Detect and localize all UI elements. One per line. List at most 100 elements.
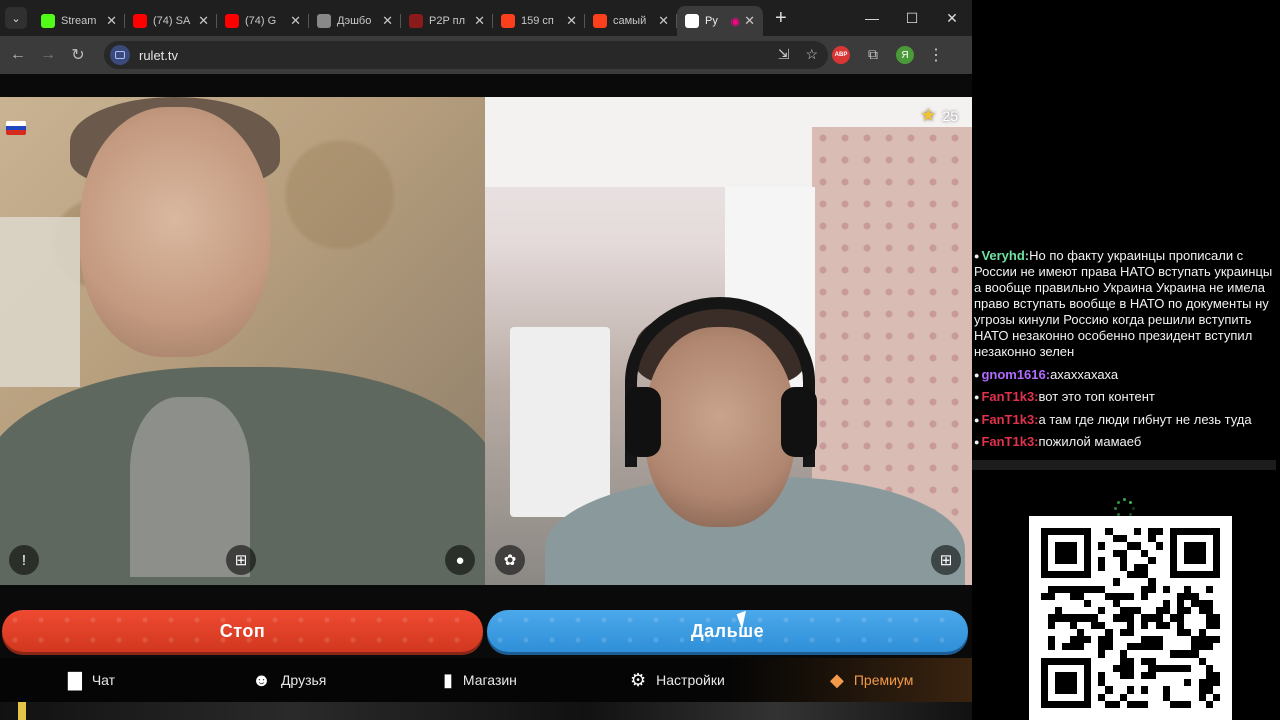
- browser-tab[interactable]: самый ✕: [585, 6, 677, 36]
- browser-tab[interactable]: (74) G ✕: [217, 6, 309, 36]
- browser-tab[interactable]: P2P пл ✕: [401, 6, 493, 36]
- browser-tab[interactable]: Дэшбо ✕: [309, 6, 401, 36]
- profile-avatar[interactable]: Я: [896, 46, 914, 64]
- close-tab-icon[interactable]: ✕: [744, 13, 755, 29]
- shopping-bag-icon: ▮: [443, 669, 453, 690]
- yandex-icon: [593, 14, 607, 28]
- gift-icon[interactable]: ⊞: [931, 545, 961, 575]
- tab-title: P2P пл: [429, 15, 466, 27]
- tab-title: 159 сп: [521, 15, 554, 27]
- star-icon: ★: [920, 105, 937, 125]
- install-app-icon[interactable]: ⇲: [778, 46, 790, 63]
- chat-username: FanT1k3:: [981, 389, 1039, 404]
- chat-message: ● FanT1k3:а там где люди гибнут не лезь т…: [974, 412, 1276, 428]
- chat-message: ● gnom1616:ахаххахаха: [974, 367, 1276, 383]
- close-tab-icon[interactable]: ✕: [382, 13, 393, 29]
- forward-button[interactable]: →: [33, 46, 63, 64]
- close-tab-icon[interactable]: ✕: [658, 13, 669, 29]
- chat-divider: [972, 460, 1276, 470]
- chat-bullet-icon: ●: [974, 251, 980, 261]
- gear-icon: ⚙: [630, 669, 647, 690]
- chat-text: ахаххахаха: [1050, 366, 1119, 382]
- chat-username: gnom1616:: [981, 366, 1051, 382]
- chat-bubble-icon: ▇: [68, 669, 82, 690]
- nav-chat[interactable]: ▇ Чат: [68, 658, 115, 702]
- nav-shop[interactable]: ▮ Магазин: [443, 658, 517, 702]
- chat-overlay: ● Veryhd:Но по факту украинцы прописали с…: [974, 248, 1276, 457]
- rating-badge: ★ 25: [920, 105, 958, 126]
- nav-settings-label: Настройки: [656, 672, 725, 688]
- tab-title: самый: [613, 15, 647, 27]
- nav-friends[interactable]: ☻ Друзья: [252, 658, 326, 702]
- chat-message: ● FanT1k3:вот это топ контент: [974, 389, 1276, 405]
- chat-message: ● Veryhd:Но по факту украинцы прописали с…: [974, 248, 1276, 360]
- chevron-down-icon: ⌄: [11, 12, 21, 25]
- tab-title: Дэшбо: [337, 15, 372, 27]
- nav-premium-label: Премиум: [853, 672, 914, 688]
- nav-premium[interactable]: ◆ Премиум: [830, 658, 913, 702]
- browser-toolbar: ← → ↻ rulet.tv ⇲ ☆ ABP ⧉ Я ⋮: [0, 36, 972, 74]
- window-controls: — ☐ ✕: [852, 0, 972, 36]
- maximize-button[interactable]: ☐: [892, 0, 932, 36]
- tab-title: (74) G: [245, 15, 277, 27]
- chat-bullet-icon: ●: [974, 369, 980, 380]
- browser-tab-bar: ⌄ Stream ✕ (74) SA ✕ (74) G ✕ Дэшбо ✕ P2P пл ✕ 159…: [0, 0, 972, 36]
- site-info-icon[interactable]: [110, 45, 130, 65]
- bookmark-star-icon[interactable]: ☆: [805, 46, 818, 63]
- recording-icon: ◉: [730, 15, 741, 28]
- mask-effects-icon[interactable]: ✿: [495, 545, 525, 575]
- back-button[interactable]: ←: [3, 46, 33, 64]
- bottom-navigation: ▇ Чат ☻ Друзья ▮ Магазин ⚙ Настройки ◆ П…: [0, 658, 972, 702]
- chat-username: FanT1k3:: [981, 434, 1039, 449]
- close-tab-icon[interactable]: ✕: [566, 13, 577, 29]
- chat-text: вот это топ контент: [1038, 389, 1155, 404]
- tab-search-button[interactable]: ⌄: [5, 7, 27, 29]
- rating-value: 25: [942, 107, 958, 124]
- browser-tab[interactable]: Ру ◉ ✕: [677, 6, 763, 36]
- youtube-icon: [225, 14, 239, 28]
- browser-tab[interactable]: (74) SA ✕: [125, 6, 217, 36]
- youtube-icon: [133, 14, 147, 28]
- tab-title: Ру: [705, 15, 718, 27]
- browser-menu-icon[interactable]: ⋮: [928, 45, 944, 65]
- close-tab-icon[interactable]: ✕: [198, 13, 209, 29]
- browser-tab[interactable]: Stream ✕: [33, 6, 125, 36]
- next-button[interactable]: Дальше: [487, 610, 968, 652]
- close-window-button[interactable]: ✕: [932, 0, 972, 36]
- chat-text: а там где люди гибнут не лезь туда: [1038, 411, 1252, 427]
- chat-bullet-icon: ●: [974, 414, 980, 425]
- extensions-puzzle-icon[interactable]: ⧉: [864, 46, 882, 64]
- close-tab-icon[interactable]: ✕: [290, 13, 301, 29]
- chat-username: FanT1k3:: [981, 411, 1039, 427]
- tab-title: (74) SA: [153, 15, 191, 27]
- p2p-icon: [409, 14, 423, 28]
- close-tab-icon[interactable]: ✕: [474, 13, 485, 29]
- chat-username: Veryhd:: [981, 248, 1030, 263]
- nav-chat-label: Чат: [91, 672, 116, 688]
- chat-text: пожилой мамаеб: [1038, 434, 1142, 449]
- tab-strip: Stream ✕ (74) SA ✕ (74) G ✕ Дэшбо ✕ P2P пл ✕ 159 с…: [33, 0, 763, 36]
- minimize-button[interactable]: —: [852, 0, 892, 36]
- yandex-icon: [501, 14, 515, 28]
- user-profile-icon[interactable]: ●: [445, 545, 475, 575]
- url-text: rulet.tv: [139, 47, 179, 63]
- reload-button[interactable]: ↻: [63, 45, 93, 65]
- browser-tab[interactable]: 159 сп ✕: [493, 6, 585, 36]
- russia-flag-icon: [6, 121, 26, 135]
- nav-shop-label: Магазин: [462, 672, 517, 688]
- own-video: ★ 25 ✿ ⊞: [485, 97, 972, 585]
- nav-settings[interactable]: ⚙ Настройки: [630, 658, 725, 702]
- next-section-preview: [0, 702, 972, 720]
- chat-bullet-icon: ●: [974, 392, 980, 402]
- report-icon[interactable]: !: [9, 545, 39, 575]
- partner-video: ! ⊞ ●: [0, 97, 485, 585]
- new-tab-button[interactable]: +: [775, 7, 787, 30]
- gift-icon[interactable]: ⊞: [226, 545, 256, 575]
- stop-button[interactable]: Стоп: [2, 610, 483, 652]
- price-tag-icon: ◆: [830, 669, 844, 690]
- address-bar[interactable]: rulet.tv ⇲ ☆: [104, 41, 828, 69]
- close-tab-icon[interactable]: ✕: [106, 13, 117, 29]
- adblock-extension-icon[interactable]: ABP: [832, 46, 850, 64]
- stream-overlay-panel: ● Veryhd:Но по факту украинцы прописали с…: [972, 0, 1280, 720]
- chat-bullet-icon: ●: [974, 437, 980, 447]
